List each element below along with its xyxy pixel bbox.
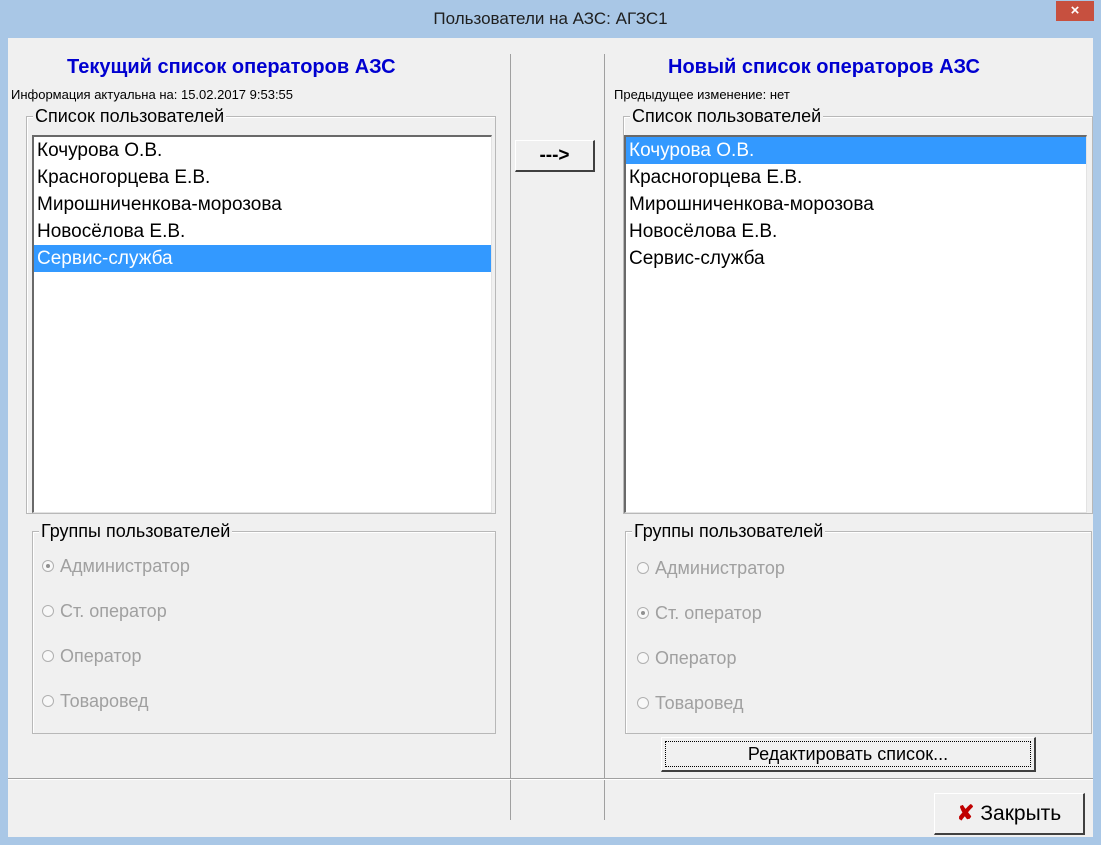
radio-group-option[interactable]: Ст. оператор: [637, 603, 762, 624]
radio-button-icon[interactable]: [637, 562, 649, 575]
right-users-group-label: Список пользователей: [630, 106, 824, 126]
radio-group-option[interactable]: Оператор: [42, 646, 141, 667]
list-item[interactable]: Сервис-служба: [626, 245, 1086, 272]
radio-label: Администратор: [655, 558, 785, 578]
users-window: Пользователи на АЗС: АГЗС1 × Текущий спи…: [0, 0, 1101, 845]
title-bar[interactable]: Пользователи на АЗС: АГЗС1 ×: [0, 0, 1101, 38]
right-users-list[interactable]: Кочурова О.В. Красногорцева Е.В. Мирошниче…: [624, 135, 1087, 513]
footer-divider-highlight: [8, 779, 1093, 780]
divider-right: [604, 54, 605, 820]
list-item[interactable]: Сервис-служба: [34, 245, 491, 272]
list-item[interactable]: Красногорцева Е.В.: [626, 164, 1086, 191]
radio-label: Товаровед: [655, 693, 744, 713]
right-groups-group-label: Группы пользователей: [632, 521, 826, 541]
left-groups-group-label: Группы пользователей: [39, 521, 233, 541]
radio-group-option[interactable]: Администратор: [42, 556, 190, 577]
list-item[interactable]: Кочурова О.В.: [626, 137, 1086, 164]
right-info-text: Предыдущее изменение: нет: [614, 87, 790, 102]
radio-label: Ст. оператор: [655, 603, 762, 623]
radio-button-icon[interactable]: [42, 650, 54, 663]
right-panel-title: Новый список операторов АЗС: [668, 56, 981, 78]
close-button-label: Закрыть: [980, 802, 1062, 825]
close-button[interactable]: ✘ Закрыть: [934, 793, 1085, 835]
client-area: Текущий список операторов АЗС Информация…: [8, 38, 1093, 837]
close-x-icon: ✘: [956, 802, 975, 825]
window-title: Пользователи на АЗС: АГЗС1: [433, 9, 668, 28]
left-panel-title: Текущий список операторов АЗС: [67, 56, 396, 78]
radio-group-option[interactable]: Товаровед: [42, 691, 148, 712]
list-item[interactable]: Красногорцева Е.В.: [34, 164, 491, 191]
left-users-group-label: Список пользователей: [33, 106, 227, 126]
left-info-text: Информация актуальна на: 15.02.2017 9:53…: [11, 87, 294, 102]
radio-button-icon[interactable]: [637, 652, 649, 665]
radio-button-icon[interactable]: [42, 695, 54, 708]
divider-left: [510, 54, 511, 820]
radio-group-option[interactable]: Оператор: [637, 648, 736, 669]
radio-group-option[interactable]: Товаровед: [637, 693, 743, 714]
radio-button-icon[interactable]: [42, 560, 54, 573]
radio-button-icon[interactable]: [637, 607, 649, 620]
radio-button-icon[interactable]: [637, 697, 649, 710]
radio-group-option[interactable]: Ст. оператор: [42, 601, 167, 622]
list-item[interactable]: Новосёлова Е.В.: [34, 218, 491, 245]
radio-label: Администратор: [60, 556, 190, 576]
window-close-button[interactable]: ×: [1056, 1, 1094, 21]
radio-button-icon[interactable]: [42, 605, 54, 618]
radio-label: Ст. оператор: [60, 601, 167, 621]
list-item[interactable]: Мирошниченкова-морозова: [34, 191, 491, 218]
radio-group-option[interactable]: Администратор: [637, 558, 785, 579]
list-item[interactable]: Кочурова О.В.: [34, 137, 491, 164]
list-item[interactable]: Новосёлова Е.В.: [626, 218, 1086, 245]
focus-rect: [665, 741, 1031, 767]
radio-label: Оператор: [60, 646, 142, 666]
edit-list-button[interactable]: Редактировать список...: [661, 737, 1036, 772]
left-users-list[interactable]: Кочурова О.В. Красногорцева Е.В. Мирошниче…: [32, 135, 492, 513]
list-item[interactable]: Мирошниченкова-морозова: [626, 191, 1086, 218]
copy-arrow-button[interactable]: --->: [515, 140, 595, 172]
radio-label: Оператор: [655, 648, 737, 668]
radio-label: Товаровед: [60, 691, 149, 711]
